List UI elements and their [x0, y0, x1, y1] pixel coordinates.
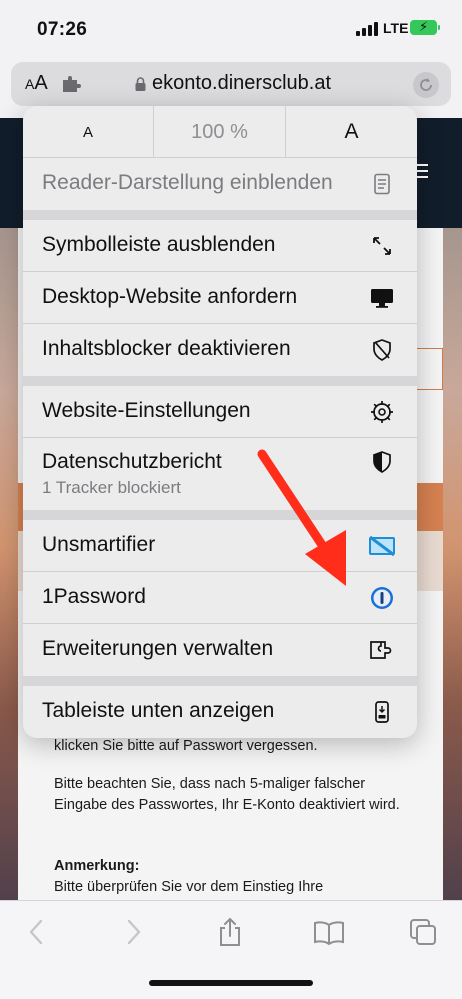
tabbar-bottom-icon [375, 701, 389, 723]
share-icon[interactable] [215, 917, 245, 947]
reload-icon[interactable] [413, 72, 439, 98]
zoom-out-button[interactable]: A [23, 106, 154, 158]
page-text-warning: Bitte beachten Sie, dass nach 5-maliger … [54, 776, 400, 813]
zoom-in-button[interactable]: A [286, 106, 417, 158]
menu-item-reader[interactable]: Reader-Darstellung einblenden [23, 158, 417, 210]
page-text-forgot: klicken Sie bitte auf Passwort vergessen… [54, 738, 318, 754]
shield-slash-icon [373, 339, 391, 361]
unsmartifier-icon [369, 535, 395, 557]
menu-separator [23, 376, 417, 386]
red-arrow-annotation [257, 449, 346, 586]
page-text-note: Bitte überprüfen Sie vor dem Einstieg Ih… [54, 879, 324, 895]
home-indicator[interactable] [149, 980, 313, 986]
tabs-icon[interactable] [408, 917, 438, 947]
cellular-signal-icon [356, 22, 378, 36]
extension-puzzle-icon[interactable] [62, 75, 82, 93]
battery-charging-icon: ⚡ [410, 19, 440, 35]
gear-icon [371, 401, 393, 423]
extension-icon [370, 641, 392, 659]
status-time: 07:26 [37, 19, 88, 40]
menu-item-hide-toolbar[interactable]: Symbolleiste ausblenden [23, 220, 417, 272]
lock-icon [135, 77, 146, 91]
status-bar: 07:26 LTE ⚡ [0, 0, 462, 58]
zoom-level[interactable]: 100 % [154, 106, 286, 158]
zoom-controls: A 100 % A [23, 106, 417, 158]
address-bar[interactable]: AA ekonto.dinersclub.at [11, 62, 451, 106]
tracker-count: 1 Tracker blockiert [42, 478, 181, 497]
url-text[interactable]: ekonto.dinersclub.at [152, 72, 331, 95]
back-icon[interactable] [22, 917, 52, 947]
hamburger-menu-icon[interactable] [416, 164, 428, 182]
page-note-heading: Anmerkung: [54, 858, 140, 874]
menu-item-desktop-site[interactable]: Desktop-Website anfordern [23, 272, 417, 324]
menu-separator [23, 676, 417, 686]
page-menu-popup: A 100 % A Reader-Darstellung einblenden … [23, 106, 417, 738]
bookmarks-icon[interactable] [312, 917, 346, 947]
menu-item-manage-extensions[interactable]: Erweiterungen verwalten [23, 624, 417, 676]
menu-item-website-settings[interactable]: Website-Einstellungen [23, 386, 417, 438]
network-type: LTE [383, 20, 409, 36]
page-settings-button[interactable]: AA [25, 72, 48, 95]
expand-arrows-icon [373, 237, 391, 255]
menu-separator [23, 210, 417, 220]
onepassword-icon [371, 587, 393, 609]
menu-item-tabbar-bottom[interactable]: Tableiste unten anzeigen [23, 686, 417, 738]
menu-item-content-blocker[interactable]: Inhaltsblocker deaktivieren [23, 324, 417, 376]
reader-icon [374, 173, 390, 195]
forward-icon[interactable] [118, 917, 148, 947]
privacy-shield-icon [373, 451, 391, 473]
desktop-icon [371, 289, 393, 308]
